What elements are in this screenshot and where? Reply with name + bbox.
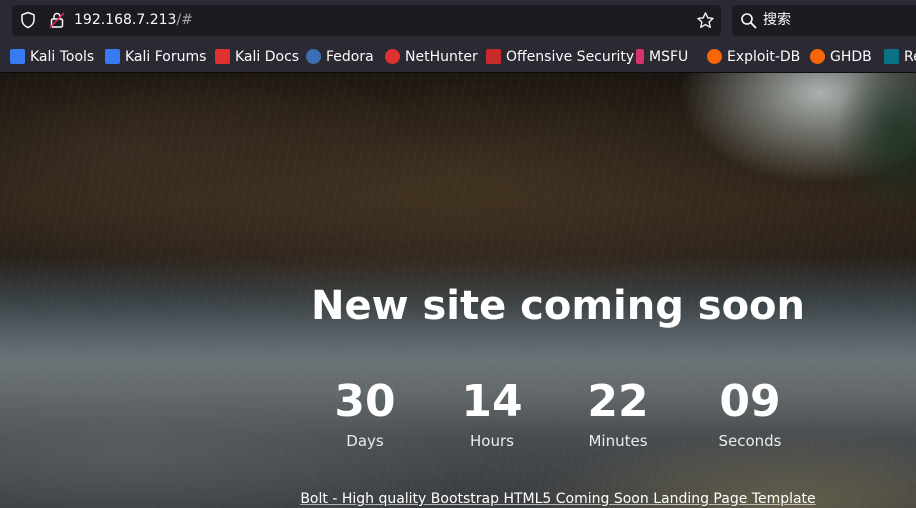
bookmark-label: NetHunter (405, 49, 478, 65)
bookmark-label: Offensive Security (506, 49, 635, 65)
bookmark-label: Exploit-DB (727, 49, 801, 65)
search-placeholder: 搜索 (763, 12, 791, 28)
offsec-icon (486, 49, 501, 64)
bookmark-label: Re (904, 49, 916, 65)
bookmark-kali-docs[interactable]: Kali Docs (215, 42, 299, 72)
reverse-icon (884, 49, 899, 64)
countdown-seconds-value: 09 (719, 376, 781, 427)
bookmark-label: Fedora (326, 49, 374, 65)
bookmark-kali-forums[interactable]: Kali Forums (105, 42, 206, 72)
bookmark-fedora[interactable]: Fedora (306, 42, 374, 72)
countdown-days-value: 30 (334, 376, 396, 427)
bookmark-label: Kali Docs (235, 49, 300, 65)
nethunter-icon (385, 49, 400, 64)
kali-dragon-icon (105, 49, 120, 64)
bookmark-nethunter[interactable]: NetHunter (385, 42, 478, 72)
url-bar[interactable]: 192.168.7.213/# (12, 5, 721, 36)
countdown-hours: 14 Hours (432, 373, 552, 451)
bookmark-ghdb[interactable]: GHDB (810, 42, 872, 72)
countdown-seconds-label: Seconds (718, 432, 782, 450)
countdown-seconds: 09 Seconds (690, 373, 810, 451)
countdown-timer: 30 Days 14 Hours 22 Minutes 09 Seconds (0, 373, 916, 463)
countdown-minutes-label: Minutes (588, 432, 648, 450)
countdown-days-label: Days (346, 432, 384, 450)
bookmark-label: GHDB (830, 49, 872, 65)
kali-dragon-icon (10, 49, 25, 64)
search-bar[interactable]: 搜索 (732, 5, 916, 36)
bookmarks-toolbar: Kali Tools Kali Forums Kali Docs Fedora … (0, 42, 916, 73)
browser-toolbar: 192.168.7.213/# 搜索 (0, 0, 916, 42)
countdown-hours-value: 14 (461, 376, 523, 427)
bookmark-re[interactable]: Re (884, 42, 916, 72)
countdown-days: 30 Days (305, 373, 425, 451)
page-headline: New site coming soon (310, 283, 806, 329)
bookmark-label: MSFU (649, 49, 689, 65)
countdown-minutes-value: 22 (587, 376, 649, 427)
bookmark-kali-tools[interactable]: Kali Tools (10, 42, 94, 72)
bookmark-label: Kali Tools (30, 49, 95, 65)
bookmark-label: Kali Forums (125, 49, 207, 65)
insecure-lock-icon[interactable] (48, 11, 66, 29)
bookmark-msfu[interactable]: MSFU (636, 42, 688, 72)
url-host: 192.168.7.213 (74, 12, 177, 28)
hero-section: New site coming soon 30 Days 14 Hours 22… (0, 73, 916, 508)
kali-docs-icon (215, 49, 230, 64)
countdown-hours-label: Hours (470, 432, 514, 450)
template-credit-link[interactable]: Bolt - High quality Bootstrap HTML5 Comi… (0, 491, 916, 507)
countdown-minutes: 22 Minutes (558, 373, 678, 451)
bookmark-exploit-db[interactable]: Exploit-DB (707, 42, 800, 72)
bookmark-offensive-security[interactable]: Offensive Security (486, 42, 634, 72)
shield-icon[interactable] (19, 11, 37, 29)
fedora-icon (306, 49, 321, 64)
url-path: /# (176, 12, 193, 28)
exploit-db-icon (707, 49, 722, 64)
ghdb-icon (810, 49, 825, 64)
url-text[interactable]: 192.168.7.213/# (74, 5, 193, 36)
search-icon (741, 13, 757, 29)
msfu-icon (636, 49, 644, 64)
bookmark-star-icon[interactable] (696, 11, 715, 30)
